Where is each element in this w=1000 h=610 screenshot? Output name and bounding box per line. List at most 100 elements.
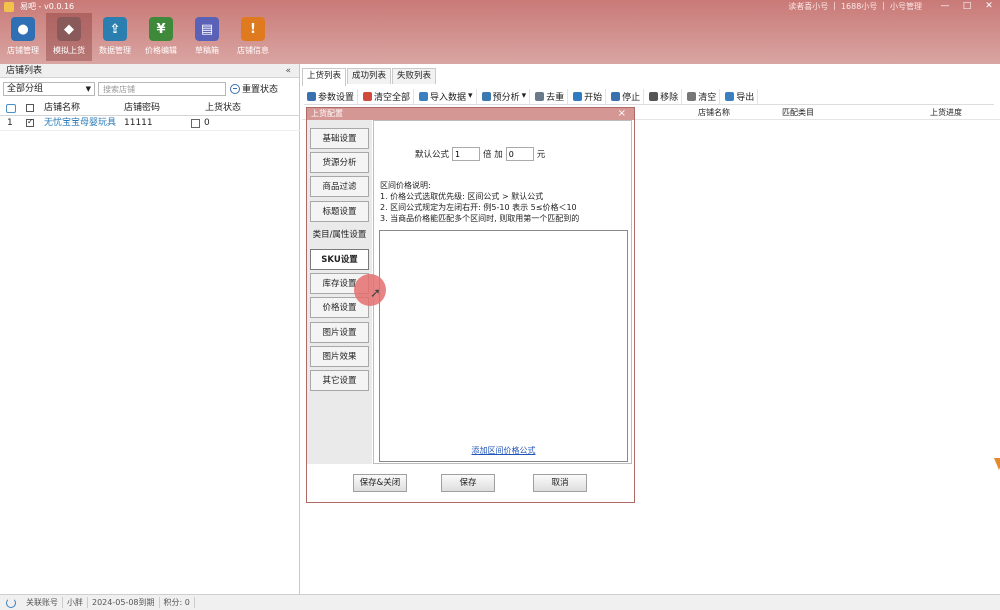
range-formula-list[interactable]: 添加区间价格公式 (379, 230, 628, 462)
action-label: 停止 (622, 92, 641, 103)
toolbar-action-button[interactable]: 参数设置 (304, 88, 359, 104)
window-controls: — □ ✕ (934, 0, 1000, 12)
edit-icon[interactable] (191, 119, 200, 128)
default-formula-label: 默认公式 (415, 150, 450, 160)
action-icon (573, 91, 583, 101)
chevron-down-icon: ▾ (521, 91, 527, 101)
toolbar-action-button[interactable]: 预分析 ▾ (479, 88, 531, 104)
status-expiry: 2024-05-08到期 (88, 597, 160, 608)
toolbar-simulate-upload-button[interactable]: ◆ 模拟上货 (46, 13, 92, 61)
explanation-line-3: 3. 当商品价格能匹配多个区间时, 则取用第一个匹配到的 (380, 214, 580, 223)
nav-item[interactable]: 基础设置 (310, 128, 369, 149)
column-matched-category[interactable]: 匹配类目 (782, 107, 814, 118)
toolbar-action-button[interactable]: 清空 (684, 88, 721, 104)
toolbar-draft-box-button[interactable]: ▤ 草稿箱 (184, 13, 230, 61)
column-shop-password[interactable]: 店铺密码 (124, 101, 160, 116)
sku-settings-panel: 默认公式 倍 加 元 区间价格说明: 1. 价格公式选取优先级: 区间公式 > … (373, 120, 632, 464)
select-all-checkbox[interactable] (26, 104, 34, 112)
range-price-explanation: 区间价格说明: 1. 价格公式选取优先级: 区间公式 > 默认公式 2. 区间公… (380, 180, 579, 224)
chevron-down-icon: ▼ (85, 85, 91, 93)
nav-item[interactable]: 图片效果 (310, 345, 369, 367)
user-item-1[interactable]: 读者喜小号 (788, 1, 828, 12)
row-checkbox[interactable] (26, 117, 34, 127)
column-upload-progress[interactable]: 上货进度 (930, 107, 962, 118)
tab-upload-list[interactable]: 上货列表 (302, 68, 347, 86)
times-add-label: 倍 加 (483, 150, 503, 160)
column-shop-name[interactable]: 店铺名称 (44, 101, 80, 116)
status-linked-account[interactable]: 关联账号 (22, 597, 63, 608)
dialog-title: 上货配置 (307, 108, 634, 120)
status-points: 积分: 0 (160, 597, 195, 608)
toolbar-data-manage-button[interactable]: ⇪ 数据管理 (92, 13, 138, 61)
tab-success-list[interactable]: 成功列表 (347, 68, 392, 84)
toolbar-label: 草稿箱 (195, 46, 219, 55)
column-upload-status[interactable]: 上货状态 (205, 101, 241, 116)
action-label: 清空 (698, 92, 717, 103)
toolbar-action-button[interactable]: 去重 (532, 88, 569, 104)
collapse-panel-button[interactable]: « (285, 64, 291, 78)
upload-config-dialog: 上货配置 × 基础设置 货源分析 商品过滤 标题设置 类目/属性设置 SKU设置 库存设置价… (306, 107, 635, 503)
close-window-button[interactable]: ✕ (978, 0, 1000, 12)
user-info: 读者喜小号 | 1688小号 | 小号管理 (788, 1, 922, 12)
action-label: 导出 (736, 92, 755, 103)
price-tag-icon: ¥ (149, 17, 173, 41)
action-icon (307, 91, 316, 101)
toolbar-action-button[interactable]: 导入数据 ▾ (416, 88, 477, 104)
reset-status-button[interactable]: 重置状态 (230, 82, 278, 95)
side-tab-marker[interactable] (994, 458, 1000, 470)
minus-circle-icon (230, 83, 240, 94)
nav-item[interactable]: 类目/属性设置 (310, 225, 369, 246)
action-icon (649, 91, 659, 101)
minimize-button[interactable]: — (934, 0, 956, 12)
toolbar-action-button[interactable]: 移除 (646, 88, 683, 104)
sync-icon (6, 597, 16, 608)
nav-item[interactable]: SKU设置 (310, 249, 369, 270)
group-select[interactable]: 全部分组 ▼ (3, 82, 95, 96)
action-label: 清空全部 (374, 92, 411, 103)
nav-item[interactable]: 商品过滤 (310, 176, 369, 198)
toolbar-label: 价格编辑 (145, 46, 177, 55)
toolbar-action-button[interactable]: 开始 (570, 88, 607, 104)
add-range-formula-link[interactable]: 添加区间价格公式 (380, 445, 627, 456)
tab-failure-list[interactable]: 失败列表 (392, 68, 437, 84)
multiplier-input[interactable] (452, 147, 481, 161)
user-item-3[interactable]: 小号管理 (890, 1, 922, 12)
shop-list-title: 店铺列表 (6, 66, 43, 76)
toolbar-shop-info-button[interactable]: ! 店铺信息 (230, 13, 276, 61)
explanation-line-1: 1. 价格公式选取优先级: 区间公式 > 默认公式 (380, 192, 544, 201)
action-label: 去重 (546, 92, 565, 103)
chevron-down-icon: ▾ (468, 91, 473, 101)
save-and-close-button[interactable]: 保存&关闭 (353, 474, 407, 492)
table-row[interactable]: 1 无忧宝宝母婴玩具 11111 0 (0, 116, 300, 131)
maximize-button[interactable]: □ (956, 0, 978, 12)
shop-list-panel: 店铺列表 « 全部分组 ▼ 重置状态 店铺名称 店铺密码 上货状态 1 无忧宝宝… (0, 64, 300, 594)
cancel-button[interactable]: 取消 (533, 474, 587, 492)
column-shop-name[interactable]: 店铺名称 (698, 107, 730, 118)
addend-input[interactable] (505, 147, 534, 161)
user-item-2[interactable]: 1688小号 (841, 1, 877, 12)
nav-item[interactable]: 货源分析 (310, 152, 369, 174)
refresh-icon[interactable] (6, 104, 16, 113)
toolbar-action-button[interactable]: 清空全部 (360, 88, 415, 104)
person-icon: ● (11, 17, 35, 41)
toolbar-price-edit-button[interactable]: ¥ 价格编辑 (138, 13, 184, 61)
toolbar-label: 店铺管理 (7, 46, 39, 55)
close-icon[interactable]: × (618, 108, 626, 120)
nav-item[interactable]: 其它设置 (310, 370, 369, 391)
upload-tray-icon: ⇪ (103, 17, 127, 41)
draft-icon: ▤ (195, 17, 219, 41)
title-bar: 易吧 - v0.0.16 读者喜小号 | 1688小号 | 小号管理 — □ ✕… (0, 0, 1000, 64)
toolbar-label: 模拟上货 (53, 46, 85, 55)
shop-filters: 全部分组 ▼ 重置状态 (0, 81, 300, 99)
action-icon (611, 91, 621, 101)
nav-item[interactable]: 图片设置 (310, 321, 369, 343)
explanation-title: 区间价格说明: (380, 181, 431, 190)
toolbar-action-button[interactable]: 停止 (608, 88, 645, 104)
toolbar-action-button[interactable]: 导出 (722, 88, 759, 104)
nav-item[interactable]: 标题设置 (310, 200, 369, 222)
shop-search-input[interactable] (98, 82, 226, 96)
toolbar-shop-manage-button[interactable]: ● 店铺管理 (0, 13, 46, 61)
save-button[interactable]: 保存 (441, 474, 495, 492)
shop-name[interactable]: 无忧宝宝母婴玩具 (44, 116, 116, 131)
spy-icon: ◆ (57, 17, 81, 41)
